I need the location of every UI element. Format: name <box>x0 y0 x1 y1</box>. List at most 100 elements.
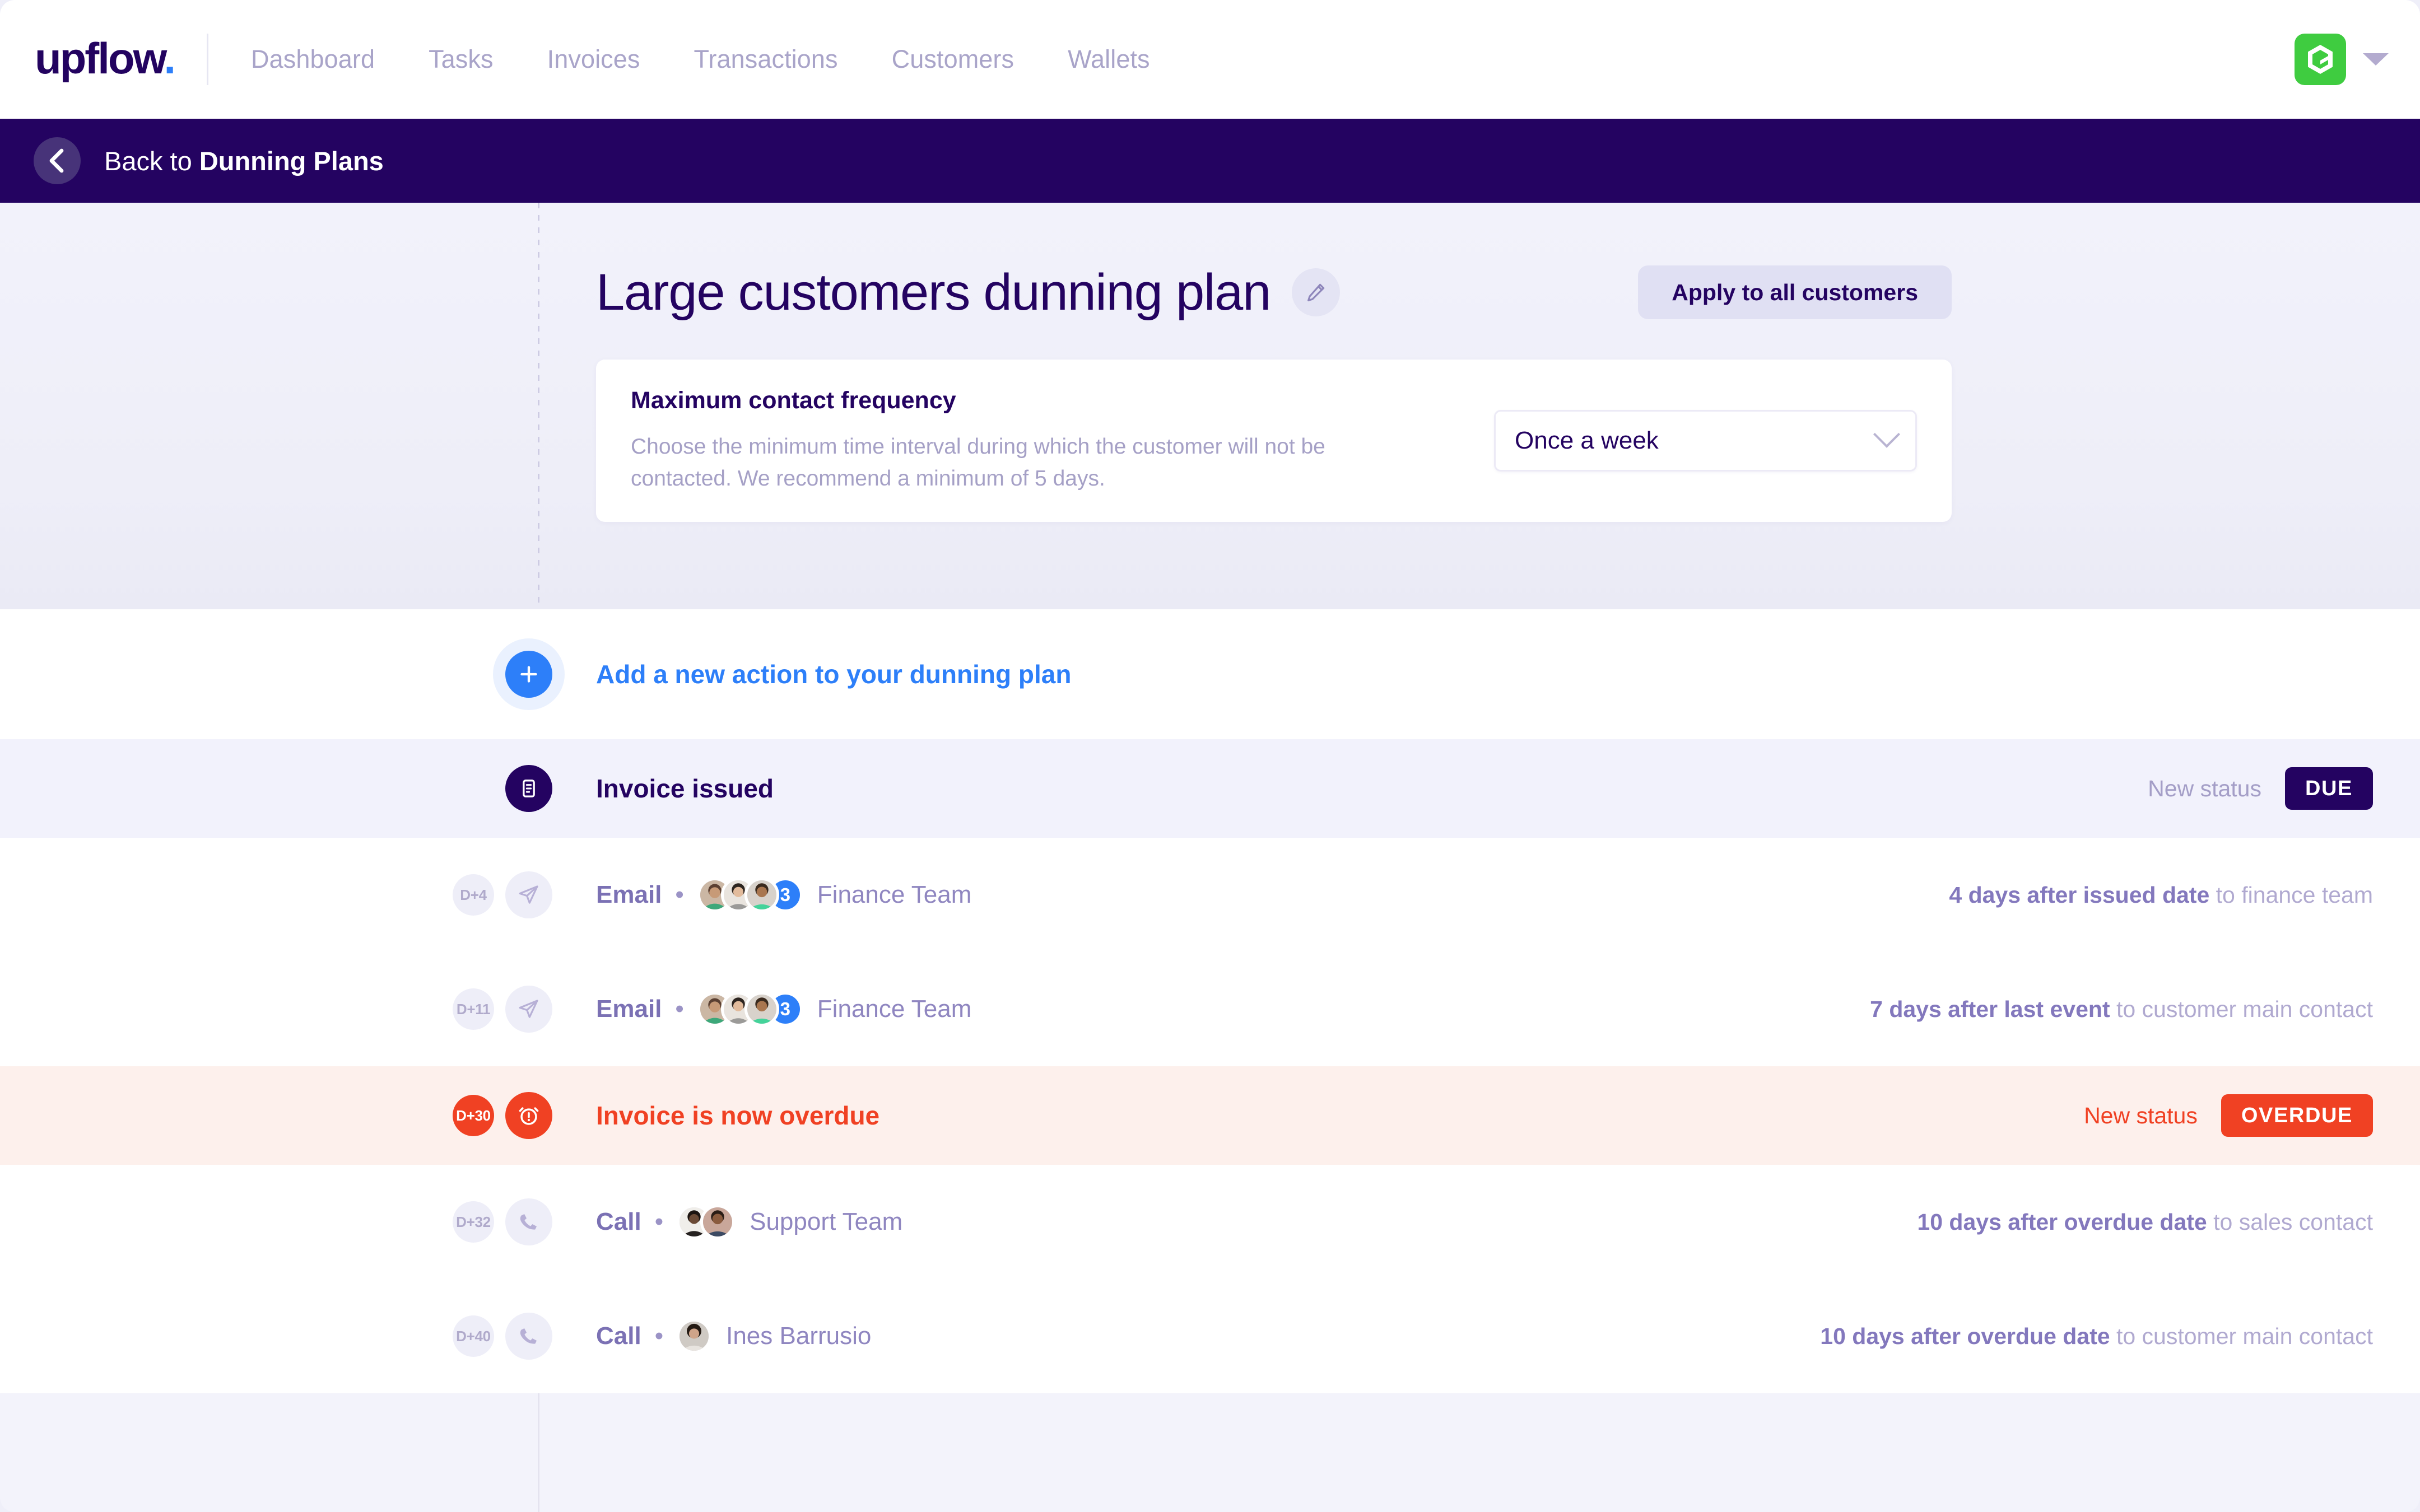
action-type: Call <box>596 1208 641 1236</box>
timing-bold: 4 days after issued date <box>1949 882 2209 908</box>
timeline-row-call-d32[interactable]: D+32 Call • Support Team <box>0 1165 2420 1279</box>
timing-bold: 10 days after overdue date <box>1917 1209 2207 1235</box>
nav-item-customers[interactable]: Customers <box>865 35 1041 84</box>
avatar <box>744 992 779 1026</box>
alarm-clock-icon-wrapper <box>505 1092 552 1139</box>
day-offset-tag: D+4 <box>453 874 494 916</box>
event-label: Invoice is now overdue <box>596 1100 879 1131</box>
new-status-label: New status <box>2084 1103 2198 1129</box>
separator-dot: • <box>675 997 683 1021</box>
phone-icon-wrapper <box>505 1198 552 1245</box>
alarm-clock-icon <box>517 1104 541 1127</box>
recipient-avatars: 3 <box>697 992 803 1026</box>
frequency-card-title: Maximum contact frequency <box>631 387 1432 414</box>
phone-icon <box>518 1325 540 1347</box>
invoice-document-icon-wrapper <box>505 765 552 812</box>
timing-rest: to finance team <box>2209 882 2373 908</box>
nav-item-wallets[interactable]: Wallets <box>1041 35 1177 84</box>
timing-description: 4 days after issued date to finance team <box>1949 882 2373 908</box>
action-type: Call <box>596 1322 641 1350</box>
nav-item-dashboard[interactable]: Dashboard <box>224 35 402 84</box>
hexagon-e-logo-icon <box>2303 42 2338 77</box>
maximum-contact-frequency-card: Maximum contact frequency Choose the min… <box>596 360 1952 522</box>
separator-dot: • <box>655 1210 663 1234</box>
chevron-left-icon <box>47 148 67 173</box>
top-navigation-bar: upflow. Dashboard Tasks Invoices Transac… <box>0 0 2420 119</box>
invoice-document-icon <box>518 777 540 800</box>
chevron-down-icon[interactable] <box>2363 53 2389 66</box>
recipient-name: Support Team <box>750 1208 902 1236</box>
apply-to-all-customers-button[interactable]: Apply to all customers <box>1638 265 1952 319</box>
timing-description: 10 days after overdue date to customer m… <box>1820 1323 2373 1350</box>
back-navigation-bar[interactable]: Back to Dunning Plans <box>0 119 2420 203</box>
frequency-card-description: Choose the minimum time interval during … <box>631 431 1432 494</box>
chevron-down-icon <box>1873 421 1900 448</box>
logo-dot: . <box>164 34 174 83</box>
app-page: upflow. Dashboard Tasks Invoices Transac… <box>0 0 2420 1512</box>
timeline-row-invoice-overdue[interactable]: D+30 Invoice is now overdue New status O… <box>0 1066 2420 1165</box>
day-offset-tag: D+32 <box>453 1201 494 1243</box>
back-prefix: Back to <box>104 146 199 176</box>
timing-rest: to customer main contact <box>2110 996 2373 1022</box>
back-destination: Dunning Plans <box>199 146 384 176</box>
timeline-row-email-d11[interactable]: D+11 Email • <box>0 952 2420 1066</box>
logo-wordmark: upflow <box>35 34 164 83</box>
account-avatar[interactable] <box>2295 34 2346 85</box>
event-label: Invoice issued <box>596 773 774 804</box>
nav-item-transactions[interactable]: Transactions <box>667 35 865 84</box>
paper-plane-icon-wrapper <box>505 986 552 1033</box>
timing-description: 7 days after last event to customer main… <box>1870 996 2373 1023</box>
avatar <box>677 1319 711 1354</box>
timing-description: 10 days after overdue date to sales cont… <box>1917 1209 2373 1235</box>
action-type: Email <box>596 995 662 1023</box>
day-offset-tag: D+11 <box>453 988 494 1030</box>
new-status-label: New status <box>2148 776 2261 802</box>
action-type: Email <box>596 881 662 909</box>
avatar <box>700 1205 735 1239</box>
paper-plane-icon <box>518 998 540 1020</box>
pencil-icon <box>1305 281 1327 304</box>
timeline-row-email-d4[interactable]: D+4 Email • <box>0 838 2420 952</box>
timing-bold: 7 days after last event <box>1870 996 2110 1022</box>
recipient-name: Ines Barrusio <box>726 1322 871 1350</box>
status-badge-overdue: OVERDUE <box>2221 1094 2373 1137</box>
page-title: Large customers dunning plan <box>596 267 1270 318</box>
separator-dot: • <box>675 883 683 907</box>
back-button[interactable] <box>34 137 81 184</box>
status-badge-due: DUE <box>2285 767 2373 810</box>
timing-bold: 10 days after overdue date <box>1820 1323 2110 1349</box>
hero-section: Large customers dunning plan Apply to al… <box>0 203 2420 609</box>
contact-frequency-select[interactable]: Once a week <box>1494 410 1917 472</box>
title-row: Large customers dunning plan Apply to al… <box>596 203 1952 319</box>
edit-title-button[interactable] <box>1292 268 1340 316</box>
plus-icon <box>518 663 540 685</box>
timeline-guide-dotted <box>538 203 539 609</box>
phone-icon-wrapper <box>505 1313 552 1360</box>
nav-links: Dashboard Tasks Invoices Transactions Cu… <box>224 35 1177 84</box>
nav-item-invoices[interactable]: Invoices <box>520 35 667 84</box>
add-action-button[interactable] <box>505 651 552 698</box>
nav-item-tasks[interactable]: Tasks <box>402 35 520 84</box>
add-action-label[interactable]: Add a new action to your dunning plan <box>596 659 1071 689</box>
day-offset-tag: D+30 <box>453 1095 494 1136</box>
nav-divider <box>207 34 208 85</box>
back-label[interactable]: Back to Dunning Plans <box>104 146 384 176</box>
add-action-row[interactable]: Add a new action to your dunning plan <box>0 609 2420 739</box>
phone-icon <box>518 1211 540 1233</box>
upflow-logo[interactable]: upflow. <box>35 36 174 80</box>
recipient-name: Finance Team <box>817 995 972 1023</box>
separator-dot: • <box>655 1324 663 1348</box>
paper-plane-icon-wrapper <box>505 871 552 918</box>
timing-rest: to customer main contact <box>2110 1323 2373 1349</box>
paper-plane-icon <box>518 884 540 906</box>
timing-rest: to sales contact <box>2207 1209 2373 1235</box>
account-menu[interactable] <box>2295 34 2389 85</box>
avatar <box>744 878 779 912</box>
day-offset-tag: D+40 <box>453 1315 494 1357</box>
timeline-row-call-d40[interactable]: D+40 Call • Ines Barrusio 10 days after … <box>0 1279 2420 1393</box>
recipient-avatars <box>677 1319 711 1354</box>
contact-frequency-value: Once a week <box>1515 427 1659 455</box>
timeline-row-invoice-issued[interactable]: Invoice issued New status DUE <box>0 739 2420 838</box>
recipient-avatars <box>677 1205 735 1239</box>
recipient-avatars: 3 <box>697 878 803 912</box>
